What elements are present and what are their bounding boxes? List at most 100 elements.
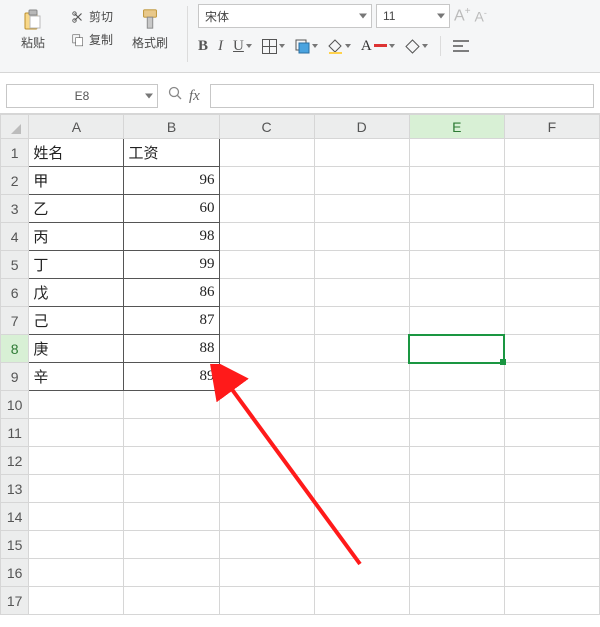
col-header-C[interactable]: C [219,115,314,139]
cell[interactable] [219,419,314,447]
row-header[interactable]: 13 [1,475,29,503]
cell[interactable] [504,307,599,335]
col-header-B[interactable]: B [124,115,219,139]
diamond-button[interactable] [405,39,428,54]
cell[interactable] [314,475,409,503]
cell[interactable] [219,475,314,503]
increase-font-button[interactable]: A+ [454,6,471,25]
cell-B5[interactable]: 99 [124,251,219,279]
underline-button[interactable]: U [233,38,252,55]
shape-fill-button[interactable] [295,39,318,54]
cell[interactable] [409,251,504,279]
row-header[interactable]: 8 [1,335,29,363]
cell[interactable] [314,251,409,279]
cell[interactable] [124,559,219,587]
cell[interactable] [409,391,504,419]
row-header[interactable]: 14 [1,503,29,531]
cell[interactable] [314,391,409,419]
cell[interactable] [409,279,504,307]
decrease-font-button[interactable]: A- [475,8,487,25]
row-header[interactable]: 17 [1,587,29,615]
cell[interactable] [314,531,409,559]
cell[interactable] [504,419,599,447]
cell-A2[interactable]: 甲 [29,167,124,195]
cell[interactable] [219,139,314,167]
cell-E8[interactable] [409,335,504,363]
cell-A7[interactable]: 己 [29,307,124,335]
cell[interactable] [314,279,409,307]
cell-A9[interactable]: 辛 [29,363,124,391]
cell-B3[interactable]: 60 [124,195,219,223]
row-header[interactable]: 3 [1,195,29,223]
formula-input[interactable] [210,84,594,108]
col-header-A[interactable]: A [29,115,124,139]
cell[interactable] [29,391,124,419]
row-header[interactable]: 10 [1,391,29,419]
cut-button[interactable]: 剪切 [66,6,117,27]
cell[interactable] [409,307,504,335]
cell[interactable] [314,195,409,223]
format-painter-button[interactable]: 格式刷 [123,4,177,53]
bold-button[interactable]: B [198,38,208,55]
cell[interactable] [314,139,409,167]
cell[interactable] [409,447,504,475]
cell[interactable] [219,167,314,195]
cell[interactable] [314,307,409,335]
cell[interactable] [124,447,219,475]
borders-button[interactable] [262,39,285,54]
cell[interactable] [409,503,504,531]
cell-A3[interactable]: 乙 [29,195,124,223]
cell[interactable] [504,531,599,559]
paste-button[interactable]: 粘贴 [6,4,60,53]
fill-color-button[interactable] [328,39,351,54]
cell[interactable] [219,559,314,587]
cell[interactable] [314,363,409,391]
cell[interactable] [504,335,599,363]
cell[interactable] [29,419,124,447]
cell[interactable] [219,251,314,279]
name-box[interactable]: E8 [6,84,158,108]
row-header[interactable]: 9 [1,363,29,391]
cell[interactable] [219,391,314,419]
col-header-E[interactable]: E [409,115,504,139]
cell-B2[interactable]: 96 [124,167,219,195]
col-header-F[interactable]: F [504,115,599,139]
cell-A6[interactable]: 戊 [29,279,124,307]
col-header-D[interactable]: D [314,115,409,139]
cell[interactable] [409,363,504,391]
cell[interactable] [29,559,124,587]
cell[interactable] [409,195,504,223]
cell[interactable] [219,587,314,615]
cell[interactable] [124,391,219,419]
cell[interactable] [504,279,599,307]
cell[interactable] [314,335,409,363]
row-header[interactable]: 15 [1,531,29,559]
align-button[interactable] [453,39,469,53]
cell[interactable] [219,447,314,475]
cell[interactable] [219,503,314,531]
cell[interactable] [29,503,124,531]
cell[interactable] [219,531,314,559]
cell[interactable] [504,251,599,279]
cell[interactable] [29,447,124,475]
cell-B4[interactable]: 98 [124,223,219,251]
cell[interactable] [409,167,504,195]
cell[interactable] [504,503,599,531]
sheet[interactable]: A B C D E F 1 姓名 工资 2 甲 96 3 [0,114,600,615]
cell[interactable] [124,475,219,503]
cell[interactable] [314,447,409,475]
cell[interactable] [409,531,504,559]
cell[interactable] [504,475,599,503]
cell[interactable] [504,139,599,167]
cell[interactable] [29,475,124,503]
cell[interactable] [124,503,219,531]
cell[interactable] [314,559,409,587]
cell-B1[interactable]: 工资 [124,139,219,167]
font-color-button[interactable]: A [361,38,395,55]
cell-A1[interactable]: 姓名 [29,139,124,167]
italic-button[interactable]: I [218,38,223,55]
row-header[interactable]: 1 [1,139,29,167]
row-header[interactable]: 6 [1,279,29,307]
cell[interactable] [314,587,409,615]
cell[interactable] [409,139,504,167]
